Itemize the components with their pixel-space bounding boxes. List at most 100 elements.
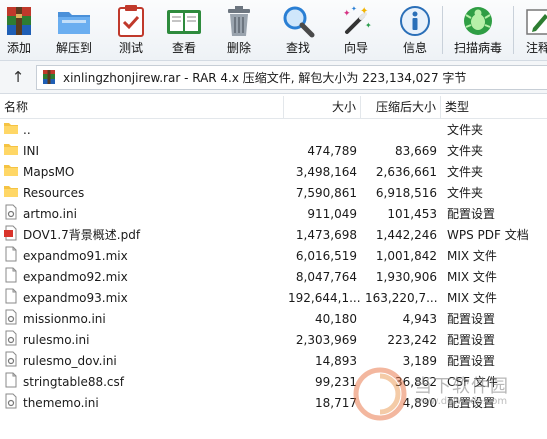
virus-scan-icon	[458, 2, 498, 40]
column-header-size[interactable]: 大小	[284, 96, 361, 118]
svg-text:✦: ✦	[365, 21, 372, 30]
file-name: expandmo92.mix	[23, 269, 128, 284]
arrow-up-icon: ↑	[11, 68, 25, 86]
file-name: expandmo93.mix	[23, 290, 128, 305]
file-packed-size: 6,918,516	[375, 185, 437, 200]
ini-file-icon	[3, 204, 19, 223]
file-row[interactable]: thememo.ini 18,717 4,890 配置设置	[0, 392, 547, 413]
file-name: stringtable88.csf	[23, 374, 124, 389]
column-header-name[interactable]: 名称	[0, 96, 284, 118]
file-name-cell: rulesmo.ini	[0, 330, 284, 349]
add-button[interactable]: 添加	[0, 0, 38, 60]
pdf-file-icon	[3, 225, 19, 244]
wizard-button[interactable]: ✦ ✦ ✦ ✦ 向导	[332, 0, 380, 60]
file-name: expandmo91.mix	[23, 248, 128, 263]
ini-file-icon	[3, 330, 19, 349]
comment-button[interactable]: 注释	[518, 0, 547, 60]
file-type: MIX 文件	[447, 249, 497, 263]
file-name-cell: missionmo.ini	[0, 309, 284, 328]
file-size: 8,047,764	[295, 269, 357, 284]
file-size: 911,049	[307, 206, 357, 221]
svg-text:✦: ✦	[351, 5, 357, 13]
file-packed-size: 4,943	[402, 311, 437, 326]
wizard-label: 向导	[343, 41, 368, 55]
file-row[interactable]: rulesmo_dov.ini 14,893 3,189 配置设置	[0, 350, 547, 371]
file-size: 99,231	[315, 374, 357, 389]
folder-icon	[3, 183, 19, 202]
file-name: Resources	[23, 185, 85, 200]
file-name-cell: DOV1.7背景概述.pdf	[0, 225, 284, 244]
file-type: 配置设置	[447, 396, 496, 410]
path-field[interactable]: xinlingzhonjirew.rar - RAR 4.x 压缩文件, 解包大…	[36, 64, 547, 90]
file-name: thememo.ini	[23, 395, 99, 410]
info-button[interactable]: 信息	[392, 0, 438, 60]
file-packed-size: 1,930,906	[375, 269, 437, 284]
file-type: 文件夹	[447, 123, 484, 137]
file-name-cell: MapsMO	[0, 162, 284, 181]
file-size: 1,473,698	[295, 227, 357, 242]
file-type: 文件夹	[447, 144, 484, 158]
delete-button[interactable]: 删除	[216, 0, 262, 60]
trash-icon	[219, 2, 259, 40]
file-name-cell: expandmo93.mix	[0, 288, 284, 307]
clipboard-check-icon	[111, 2, 151, 40]
file-name: rulesmo.ini	[23, 332, 90, 347]
up-folder-button[interactable]: ↑	[0, 61, 36, 93]
file-name-cell: rulesmo_dov.ini	[0, 351, 284, 370]
comment-label: 注释	[525, 41, 547, 55]
toolbar-separator	[442, 6, 443, 54]
info-label: 信息	[402, 41, 427, 55]
file-row[interactable]: INI 474,789 83,669 文件夹	[0, 140, 547, 161]
file-row[interactable]: stringtable88.csf 99,231 36,862 CSF 文件	[0, 371, 547, 392]
file-type: 配置设置	[447, 354, 496, 368]
file-packed-size: 4,890	[402, 395, 437, 410]
column-header-packed[interactable]: 压缩后大小	[361, 96, 441, 118]
file-packed-size: 3,189	[402, 353, 437, 368]
file-size: 474,789	[307, 143, 357, 158]
svg-text:✦: ✦	[360, 6, 368, 17]
scan-virus-button[interactable]: 扫描病毒	[447, 0, 509, 60]
file-type: 配置设置	[447, 333, 496, 347]
ini-file-icon	[3, 309, 19, 328]
file-size: 14,893	[315, 353, 357, 368]
file-row[interactable]: .. 文件夹	[0, 119, 547, 140]
book-view-icon	[164, 2, 204, 40]
file-name: ..	[23, 122, 31, 137]
info-icon	[395, 2, 435, 40]
file-row[interactable]: expandmo93.mix 192,644,1... 163,220,7... MI…	[0, 287, 547, 308]
file-size: 2,303,969	[295, 332, 357, 347]
column-header-type[interactable]: 类型	[441, 96, 547, 118]
file-type: MIX 文件	[447, 270, 497, 284]
view-button[interactable]: 查看	[158, 0, 210, 60]
file-size: 7,590,861	[295, 185, 357, 200]
find-button[interactable]: 查找	[274, 0, 322, 60]
file-name: artmo.ini	[23, 206, 77, 221]
file-name: MapsMO	[23, 164, 75, 179]
file-type: WPS PDF 文档	[447, 228, 529, 242]
file-name: rulesmo_dov.ini	[23, 353, 117, 368]
file-size: 18,717	[315, 395, 357, 410]
file-row[interactable]: rulesmo.ini 2,303,969 223,242 配置设置	[0, 329, 547, 350]
add-label: 添加	[6, 41, 31, 55]
test-label: 测试	[118, 41, 143, 55]
delete-label: 删除	[226, 41, 251, 55]
file-size: 40,180	[315, 311, 357, 326]
file-row[interactable]: DOV1.7背景概述.pdf 1,473,698 1,442,246 WPS PDF …	[0, 224, 547, 245]
file-icon	[3, 267, 19, 286]
file-row[interactable]: Resources 7,590,861 6,918,516 文件夹	[0, 182, 547, 203]
file-size: 6,016,519	[295, 248, 357, 263]
file-type: CSF 文件	[447, 375, 498, 389]
file-row[interactable]: artmo.ini 911,049 101,453 配置设置	[0, 203, 547, 224]
file-row[interactable]: MapsMO 3,498,164 2,636,661 文件夹	[0, 161, 547, 182]
folder-extract-icon	[54, 2, 94, 40]
file-row[interactable]: missionmo.ini 40,180 4,943 配置设置	[0, 308, 547, 329]
test-button[interactable]: 测试	[108, 0, 154, 60]
file-name-cell: expandmo91.mix	[0, 246, 284, 265]
file-name: missionmo.ini	[23, 311, 106, 326]
rar-archive-icon	[0, 2, 39, 40]
file-row[interactable]: expandmo92.mix 8,047,764 1,930,906 MIX 文件	[0, 266, 547, 287]
extract-to-button[interactable]: 解压到	[46, 0, 102, 60]
view-label: 查看	[171, 41, 196, 55]
file-list: .. 文件夹 INI 474,789 83,669 文件夹 MapsMO 3,498,164 2…	[0, 119, 547, 413]
file-row[interactable]: expandmo91.mix 6,016,519 1,001,842 MIX 文件	[0, 245, 547, 266]
